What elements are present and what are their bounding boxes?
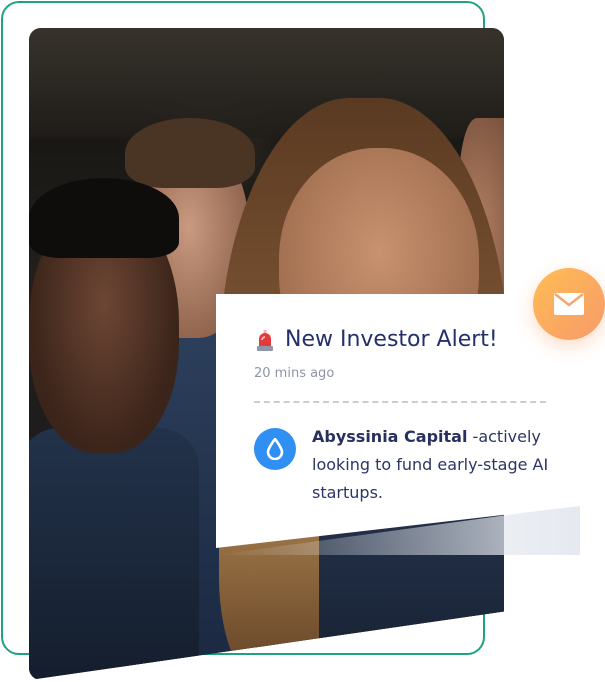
company-name[interactable]: Abyssinia Capital bbox=[312, 427, 467, 446]
person-left-hair bbox=[29, 178, 179, 258]
mail-icon bbox=[554, 293, 584, 315]
divider bbox=[254, 401, 546, 403]
siren-icon bbox=[256, 330, 274, 352]
mail-badge[interactable] bbox=[533, 268, 605, 340]
water-drop-icon bbox=[254, 428, 296, 470]
person-left-body bbox=[29, 428, 199, 680]
person-back-hair bbox=[125, 118, 255, 188]
alert-message: Abyssinia Capital -actively looking to f… bbox=[312, 423, 582, 507]
alert-timestamp: 20 mins ago bbox=[254, 366, 335, 381]
alert-title: New Investor Alert! bbox=[285, 327, 498, 352]
